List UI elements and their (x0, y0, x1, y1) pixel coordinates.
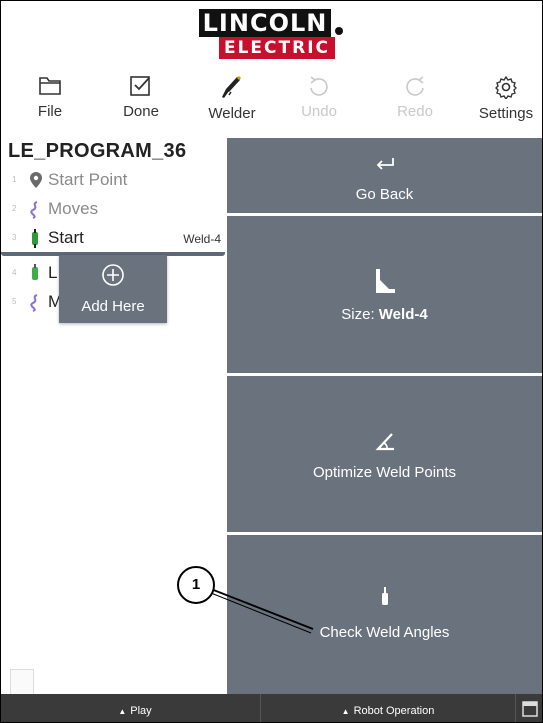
step-label: L (48, 263, 58, 282)
step-label: Start (48, 228, 84, 247)
robot-operation-label: Robot Operation (353, 705, 435, 717)
gear-icon (495, 75, 517, 99)
toolbar: File Done Welder Undo Redo Settings (1, 71, 542, 133)
file-label: File (37, 103, 63, 120)
panel-handle[interactable] (10, 669, 34, 694)
settings-button[interactable]: Settings (471, 71, 541, 131)
step-number: 2 (12, 204, 17, 213)
step-moves[interactable]: 2 Moves (1, 195, 225, 223)
settings-label: Settings (478, 105, 534, 122)
step-start-selected[interactable]: 3 Start Weld-4 (1, 224, 225, 252)
undo-button[interactable]: Undo (284, 71, 354, 131)
app-frame: LINCOLN ELECTRIC File Done Welder Undo R… (0, 0, 543, 723)
window-icon-button[interactable] (515, 694, 542, 722)
weld-icon (32, 264, 38, 280)
fillet-weld-icon (375, 269, 395, 293)
optimize-label: Optimize Weld Points (312, 464, 457, 481)
logo-top-text: LINCOLN (199, 9, 331, 37)
step-number: 1 (12, 175, 17, 184)
check-weld-angles-button[interactable]: Check Weld Angles (227, 535, 542, 694)
angle-icon (374, 433, 394, 451)
step-number: 3 (12, 233, 17, 242)
step-number: 4 (12, 268, 17, 277)
checkbox-icon (130, 76, 150, 96)
step-label: Start Point (48, 170, 128, 189)
expand-up-icon: ▲ (118, 707, 127, 716)
plus-circle-icon (102, 264, 124, 286)
folder-icon (39, 77, 61, 95)
done-label: Done (123, 103, 159, 120)
logo-registered-mark (335, 27, 343, 35)
location-pin-icon (30, 172, 42, 188)
step-label: Moves (48, 199, 99, 218)
lincoln-electric-logo: LINCOLN ELECTRIC (199, 9, 345, 61)
callout-number: 1 (177, 566, 215, 604)
step-weld-tag: Weld-4 (183, 232, 221, 246)
go-back-button[interactable]: Go Back (227, 138, 542, 213)
moves-squiggle-icon (30, 294, 38, 312)
step-start-point[interactable]: 1 Start Point (1, 166, 225, 194)
play-label: Play (130, 705, 152, 717)
go-back-label: Go Back (355, 186, 414, 203)
undo-icon (310, 76, 328, 96)
weld-start-icon (32, 229, 38, 248)
logo-bottom-text: ELECTRIC (219, 37, 335, 59)
weld-size-button[interactable]: Size: Weld-4 (227, 216, 542, 373)
redo-icon (406, 76, 424, 96)
add-here-label: Add Here (81, 298, 145, 315)
moves-squiggle-icon (30, 201, 38, 219)
play-button[interactable]: ▲ Play (11, 694, 259, 722)
add-here-button[interactable]: Add Here (59, 255, 167, 323)
file-button[interactable]: File (15, 71, 85, 131)
window-icon (521, 701, 538, 717)
size-value: Weld-4 (378, 306, 428, 323)
welder-label: Welder (208, 105, 256, 122)
step-number: 5 (12, 297, 17, 306)
expand-up-icon: ▲ (341, 707, 350, 716)
welder-button[interactable]: Welder (197, 71, 267, 131)
undo-label: Undo (301, 103, 337, 120)
check-angles-label: Check Weld Angles (319, 624, 450, 641)
weld-torch-icon (381, 587, 388, 605)
weld-size-label: Size: Weld-4 (227, 306, 542, 323)
redo-label: Redo (397, 103, 433, 120)
program-title: LE_PROGRAM_36 (8, 140, 187, 162)
action-panel: Go Back Size: Weld-4 Optimize Weld Point… (227, 138, 542, 694)
welder-torch-icon (222, 76, 241, 98)
bottom-bar: ▲ Play ▲ Robot Operation (1, 694, 542, 722)
return-arrow-icon (376, 158, 394, 170)
size-prefix: Size: (341, 306, 379, 323)
optimize-weld-points-button[interactable]: Optimize Weld Points (227, 376, 542, 532)
redo-button[interactable]: Redo (380, 71, 450, 131)
robot-operation-button[interactable]: ▲ Robot Operation (260, 694, 515, 722)
done-button[interactable]: Done (106, 71, 176, 131)
